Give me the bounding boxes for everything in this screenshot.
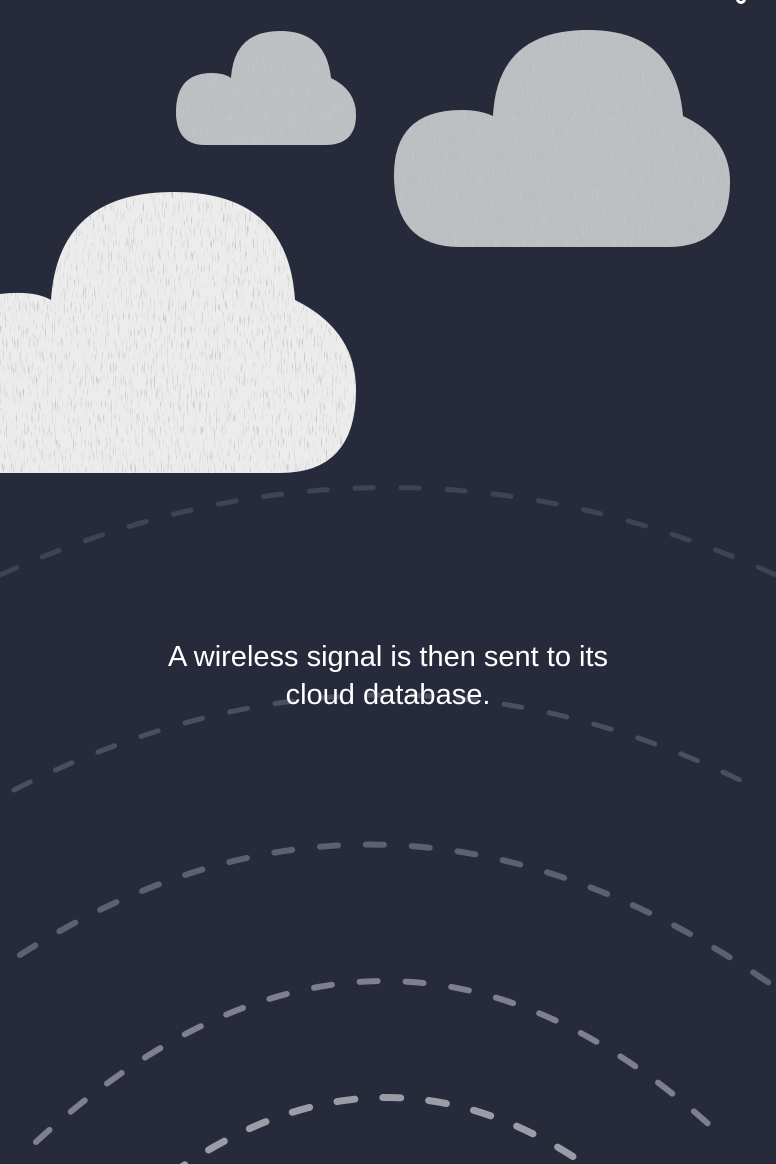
caption-line-1: A wireless signal is then sent to its: [167, 641, 609, 673]
caption: A wireless signal is then sent to its cl…: [0, 638, 776, 714]
signal-arc-3: [17, 841, 775, 988]
caption-line-2: cloud database.: [285, 679, 491, 711]
wireless-signal-icon: [0, 485, 776, 1164]
cloud-icon: [176, 31, 356, 145]
cloud-icon: [394, 30, 730, 247]
signal-arc-5: [179, 1094, 591, 1164]
cloud-icon: [0, 192, 356, 473]
signal-arc-1: [0, 485, 776, 578]
illustration: [0, 30, 776, 1164]
signal-arc-4: [33, 978, 731, 1145]
